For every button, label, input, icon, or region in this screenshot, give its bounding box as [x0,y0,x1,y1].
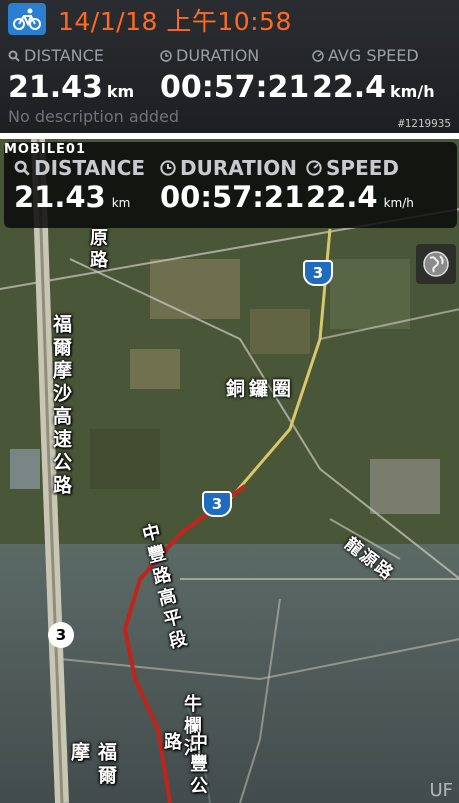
search-icon [8,50,20,62]
map-label-zhongfeng-highway: 中豐公路 [161,732,208,798]
clock-icon [160,160,176,176]
mobile01-logo: MOBILE01 [4,142,86,157]
activity-summary: 14/1/18 上午10:58 DISTANCE DURATION AVG SP… [0,0,459,133]
overlay-speed-value: 22.4 km/h [306,180,414,214]
gauge-icon [312,49,324,62]
duration-header: DURATION [160,46,259,65]
route-shield-3: 3 [202,491,232,517]
map-label-highway-bottom: 福爾摩 [68,742,117,788]
overlay-duration-header: DURATION [160,156,297,180]
overlay-speed-label: SPEED [326,156,399,180]
clock-icon [160,49,172,62]
route-shield-3: 3 [303,260,333,286]
overlay-duration-label: DURATION [180,156,297,180]
description-placeholder[interactable]: No description added [8,107,179,126]
map-label-highway: 福爾摩沙高速公路 [50,314,72,498]
globe-icon [423,251,449,277]
highway-shield-3: 3 [48,622,74,648]
map-label-town: 銅鑼圈 [226,378,296,400]
search-icon [14,160,30,176]
overlay-distance-label: DISTANCE [34,156,146,180]
duration-value: 00:57:21 [160,70,310,105]
map-layers-button[interactable] [416,244,456,284]
overlay-distance-header: DISTANCE [14,156,145,180]
gauge-icon [306,160,322,176]
duration-label: DURATION [176,46,260,65]
watermark: UF [429,780,453,801]
map-label-road-top: 原路 [87,228,108,272]
speed-label: AVG SPEED [328,46,419,65]
post-id: #1219935 [398,117,451,130]
distance-value: 21.43 km [8,70,135,105]
speed-header: AVG SPEED [312,46,419,65]
activity-datetime: 14/1/18 上午10:58 [58,7,292,36]
distance-header: DISTANCE [8,46,104,65]
speed-value: 22.4 km/h [312,70,435,105]
bike-icon [8,3,46,35]
overlay-duration-value: 00:57:21 [160,180,305,214]
overlay-distance-value: 21.43 km [14,180,131,214]
overlay-speed-header: SPEED [306,156,399,180]
distance-label: DISTANCE [24,46,104,65]
